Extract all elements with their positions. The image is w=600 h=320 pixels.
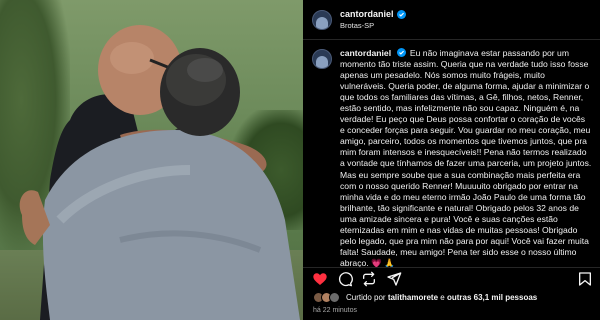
post-header: cantordaniel Brotas-SP — [303, 0, 600, 40]
repost-icon[interactable] — [361, 271, 377, 287]
location-link[interactable]: Brotas-SP — [340, 20, 406, 31]
verified-badge-icon — [396, 9, 406, 19]
embrace-illustration — [19, 25, 301, 320]
bookmark-icon[interactable] — [577, 271, 593, 287]
caption-avatar[interactable] — [312, 49, 332, 69]
caption: cantordaniel Eu não imaginava estar pass… — [303, 40, 600, 269]
comment-icon[interactable] — [337, 271, 353, 287]
post-photo[interactable] — [0, 0, 303, 320]
caption-text: Eu não imaginava estar passando por um m… — [340, 48, 592, 268]
heart-filled-icon[interactable] — [312, 271, 328, 287]
liker-avatars[interactable] — [313, 292, 340, 303]
likes-summary: Curtido por talithamorete e outras 63,1 … — [313, 292, 537, 303]
action-bar — [303, 267, 600, 289]
post-timestamp[interactable]: há 22 minutos — [313, 307, 357, 314]
caption-username[interactable]: cantordaniel — [340, 48, 391, 58]
liked-connector: e — [440, 293, 445, 302]
verified-badge-icon — [396, 48, 406, 57]
liked-others[interactable]: outras 63,1 mil pessoas — [447, 293, 537, 302]
post-sidebar: cantordaniel Brotas-SP cantordaniel Eu n… — [303, 0, 600, 320]
share-icon[interactable] — [386, 271, 402, 287]
liked-prefix: Curtido por — [346, 293, 386, 302]
header-username[interactable]: cantordaniel — [340, 9, 394, 20]
avatar[interactable] — [312, 9, 332, 30]
liked-user[interactable]: talithamorete — [388, 293, 438, 302]
